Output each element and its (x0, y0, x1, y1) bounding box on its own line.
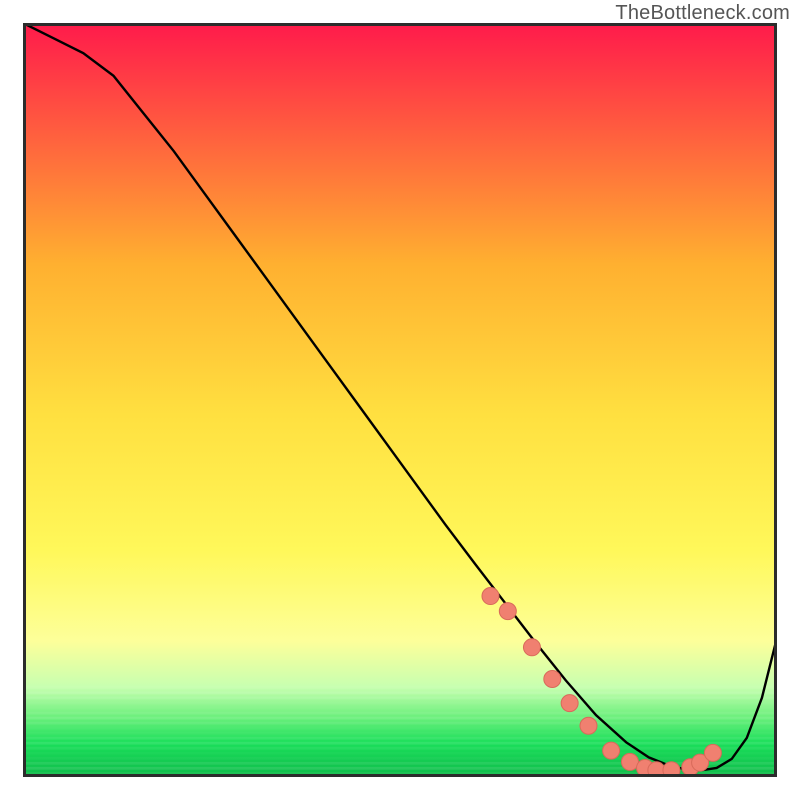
green-band (23, 732, 777, 735)
curve-marker (499, 603, 516, 620)
green-band (23, 717, 777, 720)
green-band (23, 742, 777, 745)
curve-marker (544, 670, 561, 687)
attribution-text: TheBottleneck.com (615, 2, 790, 25)
plot-svg (23, 23, 777, 777)
gradient-background (23, 23, 777, 777)
curve-marker (580, 717, 597, 734)
green-band (23, 757, 777, 760)
green-band (23, 722, 777, 725)
green-band (23, 707, 777, 710)
green-band (23, 747, 777, 750)
green-band (23, 687, 777, 690)
plot-area (23, 23, 777, 777)
curve-marker (561, 695, 578, 712)
green-band (23, 697, 777, 700)
curve-marker (482, 588, 499, 605)
green-band (23, 727, 777, 730)
curve-marker (523, 639, 540, 656)
curve-marker (621, 753, 638, 770)
green-band (23, 712, 777, 715)
green-band (23, 692, 777, 695)
chart-frame: TheBottleneck.com (0, 0, 800, 800)
green-band (23, 702, 777, 705)
green-band (23, 737, 777, 740)
curve-marker (704, 744, 721, 761)
green-band (23, 752, 777, 755)
curve-marker (603, 742, 620, 759)
